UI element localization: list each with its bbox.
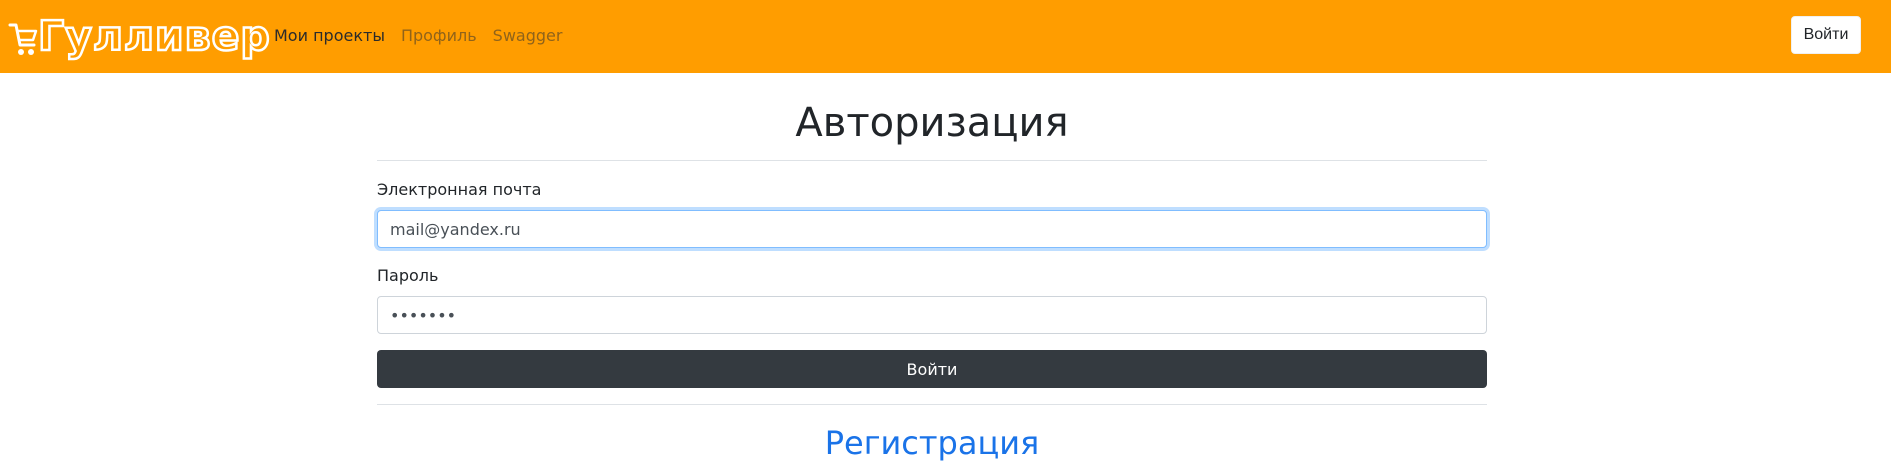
form-divider [377, 404, 1487, 405]
nav-link-swagger[interactable]: Swagger [493, 22, 563, 50]
nav-links: Мои проекты Профиль Swagger [274, 22, 562, 50]
nav-link-my-projects[interactable]: Мои проекты [274, 22, 385, 50]
password-group: Пароль [377, 264, 1487, 334]
shopping-cart-icon [8, 23, 38, 55]
page-title: Авторизация [795, 100, 1069, 146]
top-navbar: Гулливер Мои проекты Профиль Swagger Вой… [0, 0, 1891, 73]
email-field[interactable] [377, 210, 1487, 248]
nav-link-profile[interactable]: Профиль [401, 22, 477, 50]
email-label: Электронная почта [377, 180, 542, 199]
register-link[interactable]: Регистрация [377, 423, 1487, 463]
login-submit-button[interactable]: Войти [377, 350, 1487, 388]
auth-container: Авторизация Электронная почта Пароль Вой… [377, 73, 1487, 463]
password-field[interactable] [377, 296, 1487, 334]
brand-logo[interactable]: Гулливер [8, 10, 271, 62]
login-form: Электронная почта Пароль Войти [377, 161, 1487, 388]
brand-name: Гулливер [37, 11, 271, 62]
password-label: Пароль [377, 266, 439, 285]
navbar-login-button[interactable]: Войти [1791, 16, 1861, 54]
email-group: Электронная почта [377, 178, 1487, 248]
